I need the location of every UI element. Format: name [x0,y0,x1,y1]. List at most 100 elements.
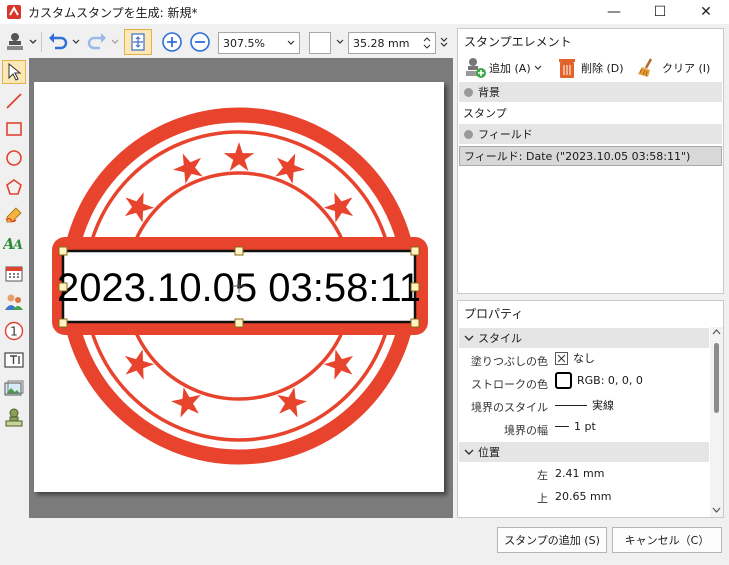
line-width-value: 35.28 mm [353,36,410,50]
stamp-import-tool[interactable] [2,406,26,430]
panel-title: スタンプエレメント [464,35,572,49]
stamp-canvas[interactable]: 2023.10.05 03:58:11 [34,82,444,492]
add-stamp-button[interactable]: スタンプの追加 (S) [497,527,607,553]
border-width-text: 1 pt [574,420,596,433]
chevron-down-icon [464,449,474,455]
pointer-icon [8,63,22,81]
pentagon-icon [6,179,22,195]
user-field-tool[interactable] [2,290,26,314]
textbox-tool[interactable] [2,348,26,372]
stamp-elements-panel: スタンプエレメント 追加 (A) 削除 (D) クリア (I) 背景 スタンプ … [457,28,724,294]
border-width-label: 境界の幅 [504,424,548,437]
properties-scrollbar[interactable] [710,327,723,517]
cancel-button[interactable]: キャンセル（C） [612,527,722,553]
color-swatch-icon [555,372,572,389]
no-fill-icon [555,351,568,365]
rectangle-icon [6,122,22,136]
zoom-in-icon [162,32,182,52]
element-item-stamp[interactable]: スタンプ [459,103,722,123]
group-label: フィールド [478,128,533,141]
stamp-icon [7,33,37,50]
app-logo-icon [7,5,21,19]
group-label: スタイル [478,332,522,345]
add-element-button[interactable]: 追加 (A) [464,55,542,81]
fill-color-value[interactable]: なし [555,350,595,366]
line-width-input[interactable]: 35.28 mm [348,32,436,54]
chevron-down-icon [111,39,119,44]
main-toolbar: 307.5% 35.28 mm [0,26,454,58]
scroll-down-icon[interactable] [710,505,723,515]
scroll-up-icon[interactable] [710,327,723,337]
add-stamp-icon [466,58,486,78]
spinner-icon [423,37,431,49]
image-tool[interactable] [2,377,26,401]
clear-elements-button[interactable]: クリア (I) [636,55,710,81]
date-field-tool[interactable] [2,261,26,285]
group-label: 背景 [478,86,500,99]
border-style-value[interactable]: 実線 [555,397,614,413]
close-button[interactable]: ✕ [683,0,729,24]
calendar-icon [5,266,23,282]
text-font-icon: A A [3,235,23,252]
minimize-button[interactable]: — [591,0,637,24]
zoom-out-button[interactable] [187,29,213,55]
svg-text:A: A [11,238,23,252]
chevron-down-icon [72,39,80,44]
trash-icon [559,59,575,78]
redo-button[interactable] [84,29,110,55]
color-swatch[interactable] [309,32,331,54]
color-dropdown[interactable] [334,29,346,55]
fill-color-text: なし [573,352,595,365]
rectangle-tool[interactable] [2,117,26,141]
ellipse-tool[interactable] [2,146,26,170]
chevron-down-icon [464,335,474,341]
chevron-down-icon [336,39,344,44]
number-field-tool[interactable]: 1 [2,319,26,343]
stroke-color-text: RGB: 0, 0, 0 [577,374,643,387]
fill-color-label: 塗りつぶしの色 [470,355,548,368]
undo-button[interactable] [45,29,71,55]
line-width-icon [555,426,569,427]
text-tool[interactable]: A A [2,231,26,255]
group-fields[interactable]: フィールド [459,124,722,144]
group-background[interactable]: 背景 [459,82,722,102]
select-tool[interactable] [2,60,26,84]
undo-dropdown[interactable] [71,29,81,55]
zoom-value: 307.5% [223,36,265,50]
polygon-tool[interactable] [2,175,26,199]
stamp-tool-dropdown[interactable] [2,29,38,55]
clear-label: クリア (I) [662,62,711,75]
double-chevron-down-icon [440,37,448,47]
collapse-dot-icon [464,129,473,139]
drawing-tools: A A 1 [0,58,28,518]
redo-dropdown[interactable] [110,29,120,55]
zoom-in-button[interactable] [159,29,185,55]
fit-page-icon [131,33,145,51]
delete-element-button[interactable]: 削除 (D) [557,55,624,81]
fit-page-button[interactable] [124,29,152,55]
border-style-label: 境界のスタイル [471,401,548,414]
toolbar-overflow-button[interactable] [438,29,450,55]
number-circle-icon: 1 [4,321,24,341]
left-position-value[interactable]: 2.41 mm [555,467,604,480]
properties-panel: プロパティ スタイル 塗りつぶしの色 なし ストロークの色 RGB: 0, 0,… [457,300,724,518]
top-position-label: 上 [537,492,548,505]
chevron-down-icon [534,65,542,70]
scrollbar-thumb[interactable] [714,343,719,413]
redo-icon [87,33,106,50]
zoom-select[interactable]: 307.5% [218,32,300,54]
pencil-tool[interactable] [2,203,26,227]
line-tool[interactable] [2,89,26,113]
stroke-color-value[interactable]: RGB: 0, 0, 0 [555,372,643,389]
border-width-value[interactable]: 1 pt [555,420,596,433]
top-position-value[interactable]: 20.65 mm [555,490,611,503]
chevron-down-icon [287,40,295,45]
group-style[interactable]: スタイル [459,328,709,348]
window-title: カスタムスタンプを生成: 新規* [28,6,198,20]
stamp-preview: 2023.10.05 03:58:11 [52,107,428,465]
line-icon [6,93,22,109]
element-item-date-field[interactable]: フィールド: Date ("2023.10.05 03:58:11") [459,146,722,166]
group-position[interactable]: 位置 [459,442,709,462]
maximize-button[interactable]: ☐ [637,0,683,24]
stamp-icon [5,408,23,427]
